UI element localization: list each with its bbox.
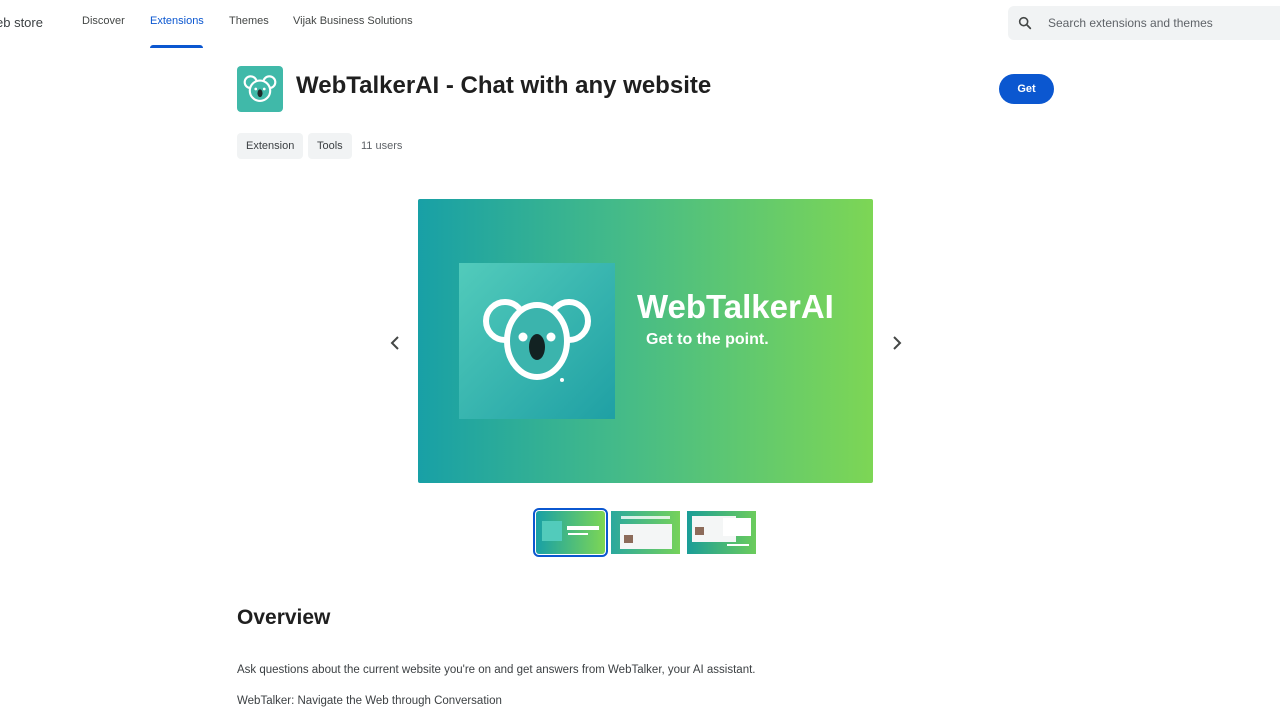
hero-logo-tile [459,263,615,419]
get-button[interactable]: Get [999,74,1054,104]
screenshot-main: WebTalkerAI Get to the point. [418,199,873,483]
overview-paragraph: Ask questions about the current website … [237,664,756,676]
search-box[interactable] [1008,6,1280,40]
chevron-left-icon[interactable] [385,333,405,353]
nav-discover[interactable]: Discover [82,15,125,27]
nav-extensions[interactable]: Extensions [150,15,204,27]
nav-themes[interactable]: Themes [229,15,269,27]
hero-title: WebTalkerAI [637,288,834,325]
koala-icon [483,299,591,382]
chip-extension[interactable]: Extension [237,133,304,159]
koala-icon [243,75,277,102]
hero-tagline: Get to the point. [646,331,769,348]
overview-paragraph: WebTalker: Navigate the Web through Conv… [237,695,502,707]
search-icon[interactable] [1017,15,1033,31]
app-title: WebTalkerAI - Chat with any website [296,72,712,99]
thumbnail-2[interactable] [611,511,680,554]
chip-tools[interactable]: Tools [308,133,352,159]
top-navigation: eb store Discover Extensions Themes Vija… [0,0,1280,48]
nav-vijak-business-solutions[interactable]: Vijak Business Solutions [293,15,413,27]
search-input[interactable] [1046,13,1276,33]
user-count: 11 users [361,140,403,152]
store-brand[interactable]: eb store [0,15,43,30]
thumbnail-1[interactable] [533,508,608,557]
app-logo [237,66,283,112]
overview-heading: Overview [237,606,331,629]
chevron-right-icon[interactable] [887,333,907,353]
thumbnail-3[interactable] [687,511,756,554]
active-tab-indicator [150,45,203,48]
